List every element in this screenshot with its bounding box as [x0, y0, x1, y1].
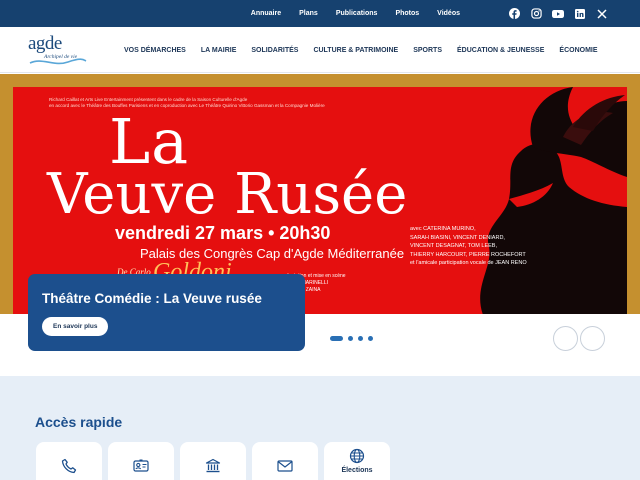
slider-previous-button[interactable] [553, 326, 578, 351]
quick-access-tile-label: Élections [341, 467, 373, 474]
social-links [498, 8, 608, 20]
learn-more-button[interactable]: En savoir plus [42, 317, 109, 336]
logo-wordmark: agde [28, 33, 62, 54]
quick-access-tile-elections[interactable]: Élections [324, 442, 390, 480]
logo-wave-icon [29, 58, 87, 65]
nav-item-economie[interactable]: ÉCONOMIE [559, 47, 597, 54]
slider-dot-1[interactable] [330, 336, 343, 341]
nav-item-education-jeunesse[interactable]: ÉDUCATION & JEUNESSE [457, 47, 544, 54]
nav-item-vos-demarches[interactable]: VOS DÉMARCHES [124, 47, 186, 54]
agde-logo[interactable]: agde Archipel de vie [28, 33, 90, 69]
slider-dot-2[interactable] [348, 336, 353, 341]
globe-icon [349, 448, 365, 464]
utility-link-plans[interactable]: Plans [299, 10, 318, 17]
quick-access-tile-phone[interactable] [36, 442, 102, 480]
slider-dot-3[interactable] [358, 336, 363, 341]
masked-woman-illustration [480, 87, 627, 314]
nav-item-sports[interactable]: SPORTS [413, 47, 442, 54]
slider-dot-4[interactable] [368, 336, 373, 341]
nav-item-culture-patrimoine[interactable]: CULTURE & PATRIMOINE [313, 47, 398, 54]
instagram-icon[interactable] [530, 8, 542, 20]
utility-link-videos[interactable]: Vidéos [437, 10, 460, 17]
slider-next-button[interactable] [580, 326, 605, 351]
facebook-icon[interactable] [508, 8, 520, 20]
x-icon[interactable] [596, 8, 608, 20]
page: Annuaire Plans Publications Photos Vidéo… [0, 0, 640, 480]
poster-cast-line: et l'amicale participation vocale de JEA… [410, 260, 527, 266]
poster-title-line-2: Veuve Rusée [47, 162, 408, 227]
hero-slider: Richard Caillat et Arts Live Entertainme… [0, 74, 640, 366]
mail-icon [277, 458, 293, 474]
quick-access-title: Accès rapide [35, 414, 123, 430]
nav-item-solidarites[interactable]: SOLIDARITÉS [251, 47, 298, 54]
nav-menu: VOS DÉMARCHES LA MAIRIE SOLIDARITÉS CULT… [124, 27, 613, 73]
utility-link-photos[interactable]: Photos [395, 10, 419, 17]
utility-link-annuaire[interactable]: Annuaire [251, 10, 281, 17]
poster-cast-line: avec CATERINA MURINO, [410, 226, 476, 232]
youtube-icon[interactable] [552, 8, 564, 20]
quick-access-section: Accès rapide Élections [0, 376, 640, 480]
utility-bar: Annuaire Plans Publications Photos Vidéo… [0, 0, 640, 27]
town-hall-icon [205, 458, 221, 474]
slide-title: Théâtre Comédie : La Veuve rusée [42, 291, 262, 306]
poster-date: vendredi 27 mars • 20h30 [115, 223, 331, 243]
poster-cast: avec CATERINA MURINO, SARAH BIASINI, VIN… [410, 225, 527, 268]
slider-pagination [330, 336, 378, 341]
linkedin-icon[interactable] [574, 8, 586, 20]
main-navigation: agde Archipel de vie VOS DÉMARCHES LA MA… [0, 27, 640, 73]
poster-cast-line: VINCENT DESAGNAT, TOM LEEB, [410, 243, 498, 249]
quick-access-tile-town-hall[interactable] [180, 442, 246, 480]
utility-link-publications[interactable]: Publications [336, 10, 378, 17]
slide-caption-card: Théâtre Comédie : La Veuve rusée En savo… [28, 274, 305, 351]
poster-cast-line: SARAH BIASINI, VINCENT DENIARD, [410, 234, 505, 241]
phone-icon [61, 458, 77, 474]
id-card-icon [133, 458, 149, 474]
poster-cast-line: THIERRY HARCOURT, PIERRE ROCHEFORT [410, 251, 526, 258]
quick-access-tile-mail[interactable] [252, 442, 318, 480]
quick-access-tile-id[interactable] [108, 442, 174, 480]
nav-item-la-mairie[interactable]: LA MAIRIE [201, 47, 237, 54]
